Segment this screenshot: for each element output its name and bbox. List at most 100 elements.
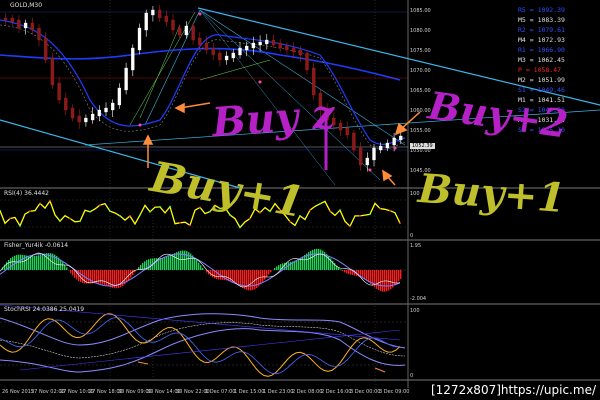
candle-body [84,117,88,123]
fisher-bar [320,249,322,270]
rsi-dot [79,220,81,223]
fisher-bar [262,270,264,283]
main-pane-title: GOLD,M30 [10,2,43,9]
candle-body [57,82,61,101]
fisher-scale-bottom: -2.004 [410,296,427,302]
fisher-bar [126,270,128,283]
price-scale-tick: 1085.00 [410,8,431,14]
rsi-dot [89,210,91,213]
pivot-level-label: M5 = 1083.39 [518,16,565,24]
fisher-bar [274,268,276,270]
candle-body [164,15,168,23]
fisher-bar [88,270,90,284]
candle-body [211,47,215,56]
candle-body [70,107,75,119]
fisher-bar [228,270,230,281]
rsi-dot [129,215,131,217]
price-scale-tick: 1075.00 [410,48,431,54]
fisher-bar [188,252,190,270]
fisher-bar [90,270,92,284]
fisher-bar [196,260,198,270]
fisher-bar [270,270,272,273]
time-axis-tick: 1 Dec 15:00 [234,389,265,395]
time-axis-tick: 3 Dec 09:00 [379,389,410,395]
time-axis-tick: 2 Dec 16:00 [321,389,352,395]
rsi-dot [49,200,51,202]
candle-body [30,22,34,31]
candle-body [23,22,28,29]
time-axis-tick: 1 Dec 23:00 [263,389,294,395]
candle-body [44,37,48,61]
signal-dot [138,123,142,127]
rsi-dot [69,217,71,220]
pivot-level-label: R2 = 1079.61 [518,26,565,34]
fisher-bar [388,270,390,291]
current-price-tag: 1052.39 [410,143,435,149]
fisher-bar [364,270,366,280]
fisher-bar [102,270,104,285]
fisher-pane-title: Fisher_Yur4ik -0.0614 [4,242,69,249]
stoch-scale-top: 100 [410,308,420,314]
fisher-bar [184,250,186,270]
candle-body [178,27,182,36]
fisher-bar [254,270,256,290]
rsi-dot [309,209,311,212]
fisher-bar [22,254,24,270]
fisher-bar [310,250,312,270]
candle-body [251,42,256,49]
fisher-bar [62,262,64,270]
fisher-bar [32,256,34,270]
fisher-bar [66,267,68,270]
fisher-bar [290,261,292,270]
candle-body [379,145,383,151]
rsi-dot [379,207,381,210]
fisher-bar [80,270,82,283]
rsi-dot [99,204,101,207]
candle-body [278,42,282,49]
fisher-bar [42,254,44,270]
candle-body [151,9,155,16]
fisher-bar [212,270,214,278]
fisher-bar [248,270,250,291]
fisher-bar [240,270,242,287]
fisher-bar [154,258,156,270]
candle-body [184,25,189,36]
fisher-bar [296,260,298,270]
fisher-bar [222,270,224,280]
rsi-dot [169,205,171,208]
fisher-bar [382,270,384,292]
fisher-bar [268,270,270,275]
candle-body [352,132,356,151]
candle-body [258,41,262,46]
candle-body [198,37,202,46]
fisher-bar [30,256,32,270]
rsi-dot [149,210,151,213]
rsi-pane-title: RSI(4) 36.4442 [4,190,49,197]
candle-body [305,52,309,71]
candle-body [265,39,269,45]
stoch-scale-bottom: 0 [410,373,414,379]
fisher-bar [202,267,204,270]
fisher-bar [186,251,188,270]
fisher-bar [314,249,316,270]
fisher-bar [168,256,170,270]
fisher-bar [366,270,368,281]
fisher-bar [34,255,36,270]
fisher-bar [94,270,96,284]
candle-body [50,57,55,86]
time-axis-tick: 26 Nov 2015 [2,389,35,395]
fisher-bar [200,265,202,270]
candle-body [365,157,369,166]
candle-body [37,27,41,41]
rsi-dot [329,210,331,213]
candle-body [291,47,296,53]
fisher-bar [148,259,150,270]
candle-body [97,109,101,117]
fisher-bar [264,270,266,280]
time-axis-tick: 1 Dec 07:00 [205,389,236,395]
candle-body [191,25,195,41]
rsi-dot [19,224,21,227]
fisher-bar [348,270,350,275]
candle-body [137,27,142,51]
rsi-dot [399,222,401,225]
